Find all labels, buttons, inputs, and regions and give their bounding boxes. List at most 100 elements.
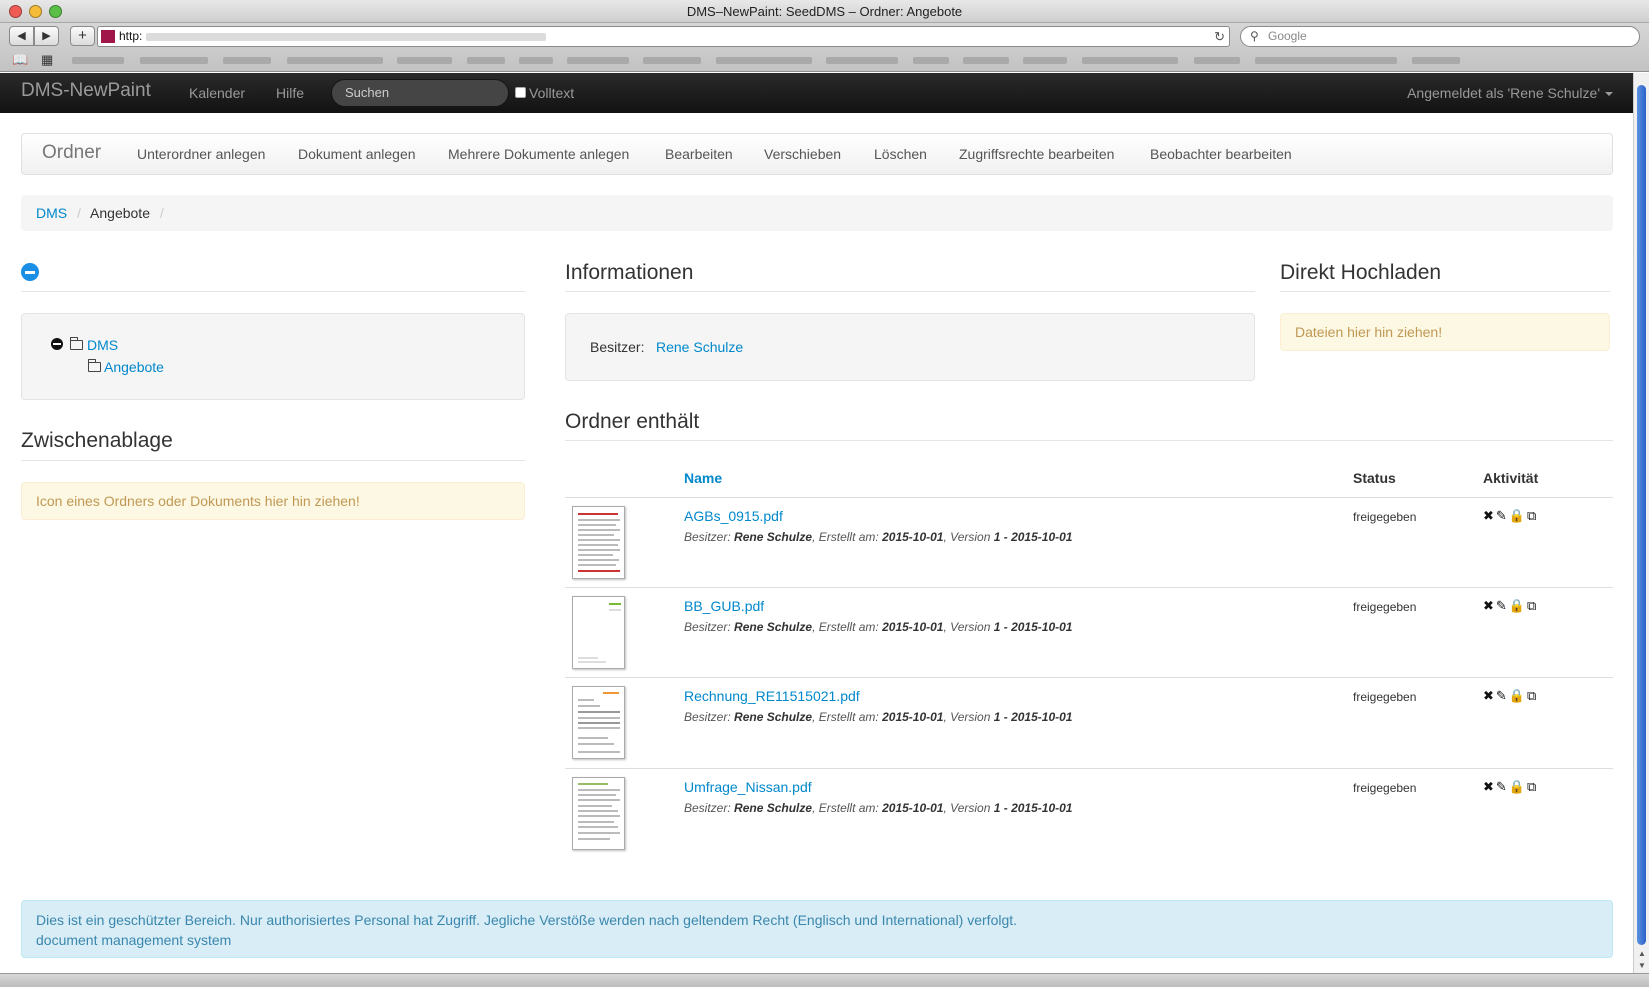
bookmark-item[interactable] [913,57,949,64]
created-label: Erstellt am: [818,710,879,724]
bookmark-item[interactable] [963,57,1009,64]
subnav-delete[interactable]: Löschen [874,146,927,162]
created-label: Erstellt am: [818,620,879,634]
minimize-window-button[interactable] [29,5,42,18]
document-link[interactable]: AGBs_0915.pdf [684,508,783,524]
bookmark-item[interactable] [1255,57,1397,64]
document-thumbnail[interactable] [572,596,625,669]
subnav-title: Ordner [42,142,102,163]
subnav-edit-access[interactable]: Zugriffsrechte bearbeiten [959,146,1114,162]
subnav-edit[interactable]: Bearbeiten [665,146,733,162]
owner-value: Rene Schulze [734,530,813,544]
edit-icon[interactable]: ✎ [1496,508,1509,523]
bookmark-item[interactable] [223,57,271,64]
footer-notice: Dies ist ein geschützter Bereich. Nur au… [21,900,1613,958]
bookmark-item[interactable] [467,57,505,64]
column-header-name[interactable]: Name [684,470,722,486]
copy-icon[interactable]: ⧉ [1527,688,1538,703]
edit-icon[interactable]: ✎ [1496,598,1509,613]
owner-link[interactable]: Rene Schulze [656,339,743,355]
bookmark-item[interactable] [1023,57,1067,64]
document-thumbnail[interactable] [572,777,625,850]
bookmark-item[interactable] [397,57,452,64]
tree-item-angebote[interactable]: Angebote [104,359,164,375]
owner-value: Rene Schulze [734,801,813,815]
browser-search-field[interactable]: ⚲ Google [1240,26,1640,47]
bookmark-item[interactable] [826,57,898,64]
scrollbar-thumb[interactable] [1637,85,1646,945]
delete-icon[interactable]: ✖ [1483,508,1496,523]
lock-icon[interactable]: 🔒 [1509,779,1527,794]
document-thumbnail[interactable] [572,506,625,579]
document-link[interactable]: Rechnung_RE11515021.pdf [684,688,860,704]
lock-icon[interactable]: 🔒 [1509,508,1527,523]
site-favicon-icon [101,30,115,43]
document-thumbnail[interactable] [572,686,625,759]
new-tab-button[interactable]: + [70,26,95,46]
top-sites-icon[interactable]: ▦ [41,52,53,68]
zoom-window-button[interactable] [49,5,62,18]
document-link[interactable]: Umfrage_Nissan.pdf [684,779,812,795]
collapse-tree-icon[interactable] [21,263,39,281]
delete-icon[interactable]: ✖ [1483,688,1496,703]
vertical-scrollbar[interactable]: ▲ ▼ [1633,73,1649,973]
document-status: freigegeben [1353,510,1417,524]
fulltext-checkbox[interactable] [515,87,526,98]
copy-icon[interactable]: ⧉ [1527,779,1538,794]
copy-icon[interactable]: ⧉ [1527,508,1538,523]
bookmark-item[interactable] [287,57,383,64]
lock-icon[interactable]: 🔒 [1509,598,1527,613]
back-button[interactable]: ◀ [9,26,34,46]
user-menu[interactable]: Angemeldet als 'Rene Schulze' [1407,85,1613,101]
subnav-move[interactable]: Verschieben [764,146,841,162]
bookmark-item[interactable] [1082,57,1178,64]
tree-collapse-icon[interactable] [51,338,63,350]
bookmark-item[interactable] [140,57,208,64]
reload-icon[interactable]: ↻ [1214,27,1225,46]
table-divider [565,768,1613,769]
footer-legal-text: Dies ist ein geschützter Bereich. Nur au… [36,912,1018,928]
divider [21,291,525,292]
delete-icon[interactable]: ✖ [1483,598,1496,613]
reading-list-icon[interactable]: 📖 [12,52,28,68]
upload-dropzone[interactable]: Dateien hier hin ziehen! [1280,313,1610,351]
forward-button[interactable]: ▶ [34,26,59,46]
tree-item-dms[interactable]: DMS [87,337,118,353]
subnav-edit-observers[interactable]: Beobachter bearbeiten [1150,146,1292,162]
bookmark-item[interactable] [1194,57,1240,64]
scroll-up-icon[interactable]: ▲ [1637,949,1647,958]
address-bar[interactable]: http: ↻ [97,26,1230,47]
bookmark-item[interactable] [519,57,553,64]
table-divider [565,587,1613,588]
bookmark-item[interactable] [1412,57,1460,64]
document-meta: Besitzer: Rene Schulze, Erstellt am: 201… [684,530,1073,544]
close-window-button[interactable] [9,5,22,18]
divider [1280,291,1610,292]
bookmark-item[interactable] [716,57,812,64]
subnav-add-document[interactable]: Dokument anlegen [298,146,416,162]
bookmarks-bar: 📖 ▦ [0,49,1649,71]
subnav-add-multiple-documents[interactable]: Mehrere Dokumente anlegen [448,146,629,162]
bookmark-item[interactable] [643,57,701,64]
browser-toolbar: ◀ ▶ + http: ↻ ⚲ Google 📖 ▦ [0,23,1649,72]
breadcrumb-root-link[interactable]: DMS [36,205,67,221]
bookmark-item[interactable] [567,57,629,64]
copy-icon[interactable]: ⧉ [1527,598,1538,613]
document-link[interactable]: BB_GUB.pdf [684,598,764,614]
brand-link[interactable]: DMS-NewPaint [21,80,151,102]
lock-icon[interactable]: 🔒 [1509,688,1527,703]
clipboard-dropzone[interactable]: Icon eines Ordners oder Dokuments hier h… [21,482,525,520]
version-value: 1 - 2015-10-01 [993,620,1073,634]
document-status: freigegeben [1353,600,1417,614]
scroll-down-icon[interactable]: ▼ [1637,961,1647,970]
edit-icon[interactable]: ✎ [1496,779,1509,794]
search-input[interactable]: Suchen [331,79,509,107]
subnav-add-subfolder[interactable]: Unterordner anlegen [137,146,265,162]
delete-icon[interactable]: ✖ [1483,779,1496,794]
edit-icon[interactable]: ✎ [1496,688,1509,703]
created-value: 2015-10-01 [882,801,944,815]
created-label: Erstellt am: [818,801,879,815]
nav-link-calendar[interactable]: Kalender [189,85,245,101]
bookmark-item[interactable] [72,57,124,64]
nav-link-help[interactable]: Hilfe [276,85,304,101]
